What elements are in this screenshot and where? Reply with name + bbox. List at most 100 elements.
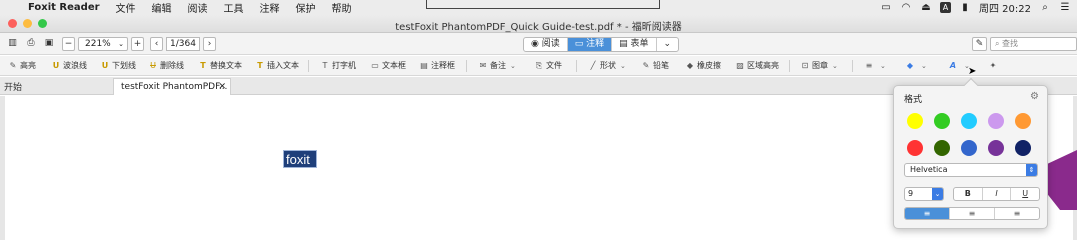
sign-pen-icon[interactable]: ✎ xyxy=(972,37,987,51)
tool-label: 铅笔 xyxy=(653,61,669,70)
zoom-out-button[interactable]: − xyxy=(62,37,75,51)
previous-page-button[interactable]: ‹ xyxy=(150,37,163,51)
color-swatch[interactable] xyxy=(1015,113,1031,129)
tool-replace-text[interactable]: T 替换文本 xyxy=(198,60,242,72)
line-style-dropdown[interactable]: ≡ ⌄ xyxy=(864,60,886,72)
shape-icon: ╱ xyxy=(590,61,596,70)
font-family-select[interactable]: Helvetica ⇕ xyxy=(904,163,1038,177)
bold-button[interactable]: B xyxy=(954,188,983,200)
color-swatch[interactable] xyxy=(934,113,950,129)
gear-icon[interactable]: ⚙ xyxy=(1030,91,1039,102)
color-swatch[interactable] xyxy=(961,113,977,129)
text-format-icon: A xyxy=(949,61,957,70)
tool-pencil[interactable]: ✎ 铅笔 xyxy=(641,60,669,72)
tool-area-highlight[interactable]: ▨ 区域高亮 xyxy=(735,60,779,72)
tool-label: 波浪线 xyxy=(63,61,87,70)
zoom-in-button[interactable]: + xyxy=(131,37,144,51)
tool-callout[interactable]: ▤ 注释框 xyxy=(419,60,455,72)
tool-eraser[interactable]: ◆ 橡皮擦 xyxy=(685,60,721,72)
underline-button[interactable]: U xyxy=(1011,188,1039,200)
selected-text[interactable]: foxit xyxy=(283,150,317,168)
app-menu[interactable]: Foxit Reader xyxy=(24,2,108,13)
popover-title: 格式 xyxy=(904,95,923,105)
eject-icon[interactable]: ⏏ xyxy=(920,2,932,13)
color-swatch[interactable] xyxy=(961,140,977,156)
tool-shape[interactable]: ╱ 形状 ⌄ xyxy=(588,60,626,72)
tab-home[interactable]: 开始 xyxy=(4,80,22,93)
menu-view[interactable]: 阅读 xyxy=(180,0,216,15)
wifi-icon[interactable]: ◠ xyxy=(900,2,912,13)
text-format-dropdown[interactable]: A ⌄ xyxy=(948,60,970,72)
align-right-icon[interactable]: ≡ xyxy=(995,208,1039,219)
mode-form-tab[interactable]: ▤ 表单 xyxy=(612,38,657,51)
align-center-icon[interactable]: ≡ xyxy=(950,208,995,219)
chevron-down-icon: ⌄ xyxy=(663,39,672,49)
tool-label: 注释框 xyxy=(431,61,455,70)
recording-frame xyxy=(426,0,660,9)
mouse-cursor-icon: ➤ xyxy=(968,66,977,77)
color-palette xyxy=(907,113,1039,156)
tool-strikeout[interactable]: U 删除线 xyxy=(148,60,184,72)
save-icon[interactable]: ▣ xyxy=(42,37,56,51)
input-source-icon[interactable]: A xyxy=(940,2,951,13)
tool-typewriter[interactable]: T 打字机 xyxy=(320,60,356,72)
fill-color-dropdown[interactable]: ◆ ⌄ xyxy=(905,60,927,72)
menu-edit[interactable]: 编辑 xyxy=(144,0,180,15)
tool-stamp[interactable]: ⊡ 图章 ⌄ xyxy=(800,60,838,72)
mode-more-dropdown[interactable]: ⌄ xyxy=(657,38,679,51)
italic-button[interactable]: I xyxy=(983,188,1012,200)
menu-comment[interactable]: 注释 xyxy=(252,0,288,15)
search-input[interactable]: ⌕ 查找 xyxy=(990,37,1077,51)
comment-icon: ▭ xyxy=(574,39,587,49)
color-swatch[interactable] xyxy=(988,140,1004,156)
color-swatch[interactable] xyxy=(988,113,1004,129)
mode-switcher: ◉ 阅读 ▭ 注释 ▤ 表单 ⌄ xyxy=(523,37,680,52)
notification-center-icon[interactable]: ☰ xyxy=(1059,2,1071,13)
close-icon[interactable]: ✕ xyxy=(218,79,226,95)
tool-insert-text[interactable]: T 插入文本 xyxy=(255,60,299,72)
tool-textbox[interactable]: ▭ 文本框 xyxy=(370,60,406,72)
tool-highlight[interactable]: ✎ 高亮 xyxy=(8,60,36,72)
tool-label: 橡皮擦 xyxy=(697,61,721,70)
tool-squiggly[interactable]: U 波浪线 xyxy=(51,60,87,72)
tool-underline[interactable]: U 下划线 xyxy=(100,60,136,72)
page-number-input[interactable]: 1/364 xyxy=(166,37,200,51)
font-size-select[interactable]: 9 ⌄ xyxy=(904,187,944,201)
align-left-icon[interactable]: ≡ xyxy=(905,208,950,219)
font-family-value: Helvetica xyxy=(910,165,948,174)
menu-help[interactable]: 帮助 xyxy=(324,0,360,15)
mode-read-tab[interactable]: ◉ 阅读 xyxy=(524,38,568,51)
next-page-button[interactable]: › xyxy=(203,37,216,51)
menu-file[interactable]: 文件 xyxy=(108,0,144,15)
paint-bucket-icon: ◆ xyxy=(906,61,914,70)
typewriter-icon: T xyxy=(322,61,328,70)
main-toolbar: ▥ ⎙ ▣ − 221% ⌄ + ‹ 1/364 › ◉ 阅读 ▭ 注释 ▤ 表… xyxy=(0,33,1077,55)
squiggly-icon: U xyxy=(52,61,60,70)
toolbar-divider xyxy=(466,60,467,72)
tab-document[interactable]: testFoxit PhantomPDF... ✕ xyxy=(113,78,231,95)
color-swatch[interactable] xyxy=(1015,140,1031,156)
menu-protect[interactable]: 保护 xyxy=(288,0,324,15)
screen-mirror-icon[interactable]: ▭ xyxy=(880,2,892,13)
color-swatch[interactable] xyxy=(907,113,923,129)
pin-tool[interactable]: ✦ xyxy=(988,60,1000,72)
print-icon[interactable]: ⎙ xyxy=(24,37,38,51)
color-swatch[interactable] xyxy=(934,140,950,156)
clock[interactable]: 周四 20:22 xyxy=(979,0,1031,15)
text-align-group: ≡ ≡ ≡ xyxy=(904,207,1040,220)
zoom-select[interactable]: 221% ⌄ xyxy=(78,37,128,51)
tool-label: 文件 xyxy=(546,61,562,70)
search-icon: ⌕ xyxy=(995,39,1003,48)
toolbar-divider xyxy=(789,60,790,72)
color-swatch[interactable] xyxy=(907,140,923,156)
tool-file-attach[interactable]: ⎘ 文件 xyxy=(534,60,562,72)
tool-label: 下划线 xyxy=(112,61,136,70)
mode-comment-tab[interactable]: ▭ 注释 xyxy=(567,38,613,51)
spotlight-search-icon[interactable]: ⌕ xyxy=(1039,2,1051,13)
battery-icon[interactable]: ▮ xyxy=(959,2,971,13)
text-style-group: B I U xyxy=(953,187,1040,201)
menu-tools[interactable]: 工具 xyxy=(216,0,252,15)
tool-note[interactable]: ✉ 备注 ⌄ xyxy=(478,60,516,72)
sidebar-toggle-icon[interactable]: ▥ xyxy=(6,37,19,51)
form-icon: ▤ xyxy=(619,39,631,49)
